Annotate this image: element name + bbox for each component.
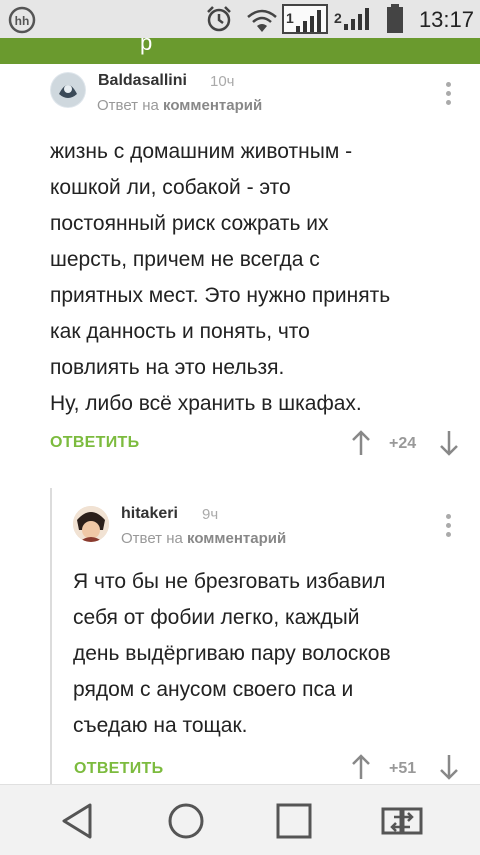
more-options-icon[interactable] bbox=[446, 514, 452, 541]
sim2-label: 2 bbox=[334, 10, 342, 26]
comment-score: +24 bbox=[389, 435, 417, 452]
svg-text:hh: hh bbox=[15, 14, 30, 28]
reply-button[interactable]: ОТВЕТИТЬ bbox=[74, 760, 163, 778]
comment-age: 9ч bbox=[202, 506, 219, 523]
comment-text: Я что бы не брезговать избавил себя от ф… bbox=[73, 570, 391, 737]
avatar[interactable] bbox=[73, 506, 109, 542]
status-bar: hh 1 2 13:17 bbox=[0, 0, 480, 38]
alarm-icon bbox=[207, 6, 231, 32]
comment-author[interactable]: hitakeri bbox=[121, 505, 178, 523]
reply-to-line: Ответ на комментарий bbox=[121, 530, 286, 547]
reply-to-prefix: Ответ на bbox=[121, 530, 183, 547]
comment-score: +51 bbox=[389, 760, 417, 777]
hh-app-icon: hh bbox=[8, 6, 36, 34]
upvote-icon[interactable] bbox=[350, 430, 372, 456]
app-toolbar: р bbox=[0, 30, 480, 64]
comment-age: 10ч bbox=[210, 73, 235, 90]
comment-author[interactable]: Baldasallini bbox=[98, 72, 187, 90]
signal-sim2-icon: 2 bbox=[332, 4, 378, 34]
avatar[interactable] bbox=[50, 72, 86, 108]
avatar-image bbox=[51, 73, 85, 107]
more-options-icon[interactable] bbox=[446, 82, 452, 109]
home-icon[interactable] bbox=[164, 799, 208, 843]
battery-icon bbox=[387, 4, 403, 33]
reply-to-prefix: Ответ на bbox=[97, 97, 159, 114]
reply-button[interactable]: ОТВЕТИТЬ bbox=[50, 434, 139, 452]
status-time: 13:17 bbox=[418, 7, 474, 32]
reply-to-line: Ответ на комментарий bbox=[97, 97, 262, 114]
navigation-bar bbox=[0, 784, 480, 855]
downvote-icon[interactable] bbox=[438, 754, 460, 780]
recents-icon[interactable] bbox=[272, 799, 316, 843]
reply-to-link[interactable]: комментарий bbox=[187, 530, 286, 547]
signal-sim1-icon: 1 bbox=[282, 4, 328, 34]
switch-sim-icon[interactable] bbox=[380, 799, 424, 843]
upvote-icon[interactable] bbox=[350, 754, 372, 780]
wifi-icon bbox=[247, 9, 277, 32]
comment-text: жизнь с домашним животным - кошкой ли, с… bbox=[50, 140, 391, 415]
comment: Baldasallini 10ч Ответ на комментарий жи… bbox=[0, 64, 480, 484]
back-icon[interactable] bbox=[56, 799, 100, 843]
toolbar-title: р bbox=[140, 30, 153, 55]
comment: hitakeri 9ч Ответ на комментарий Я что б… bbox=[0, 490, 480, 784]
reply-to-link[interactable]: комментарий bbox=[163, 97, 262, 114]
sim1-label: 1 bbox=[286, 10, 294, 26]
avatar-image bbox=[73, 506, 109, 542]
downvote-icon[interactable] bbox=[438, 430, 460, 456]
